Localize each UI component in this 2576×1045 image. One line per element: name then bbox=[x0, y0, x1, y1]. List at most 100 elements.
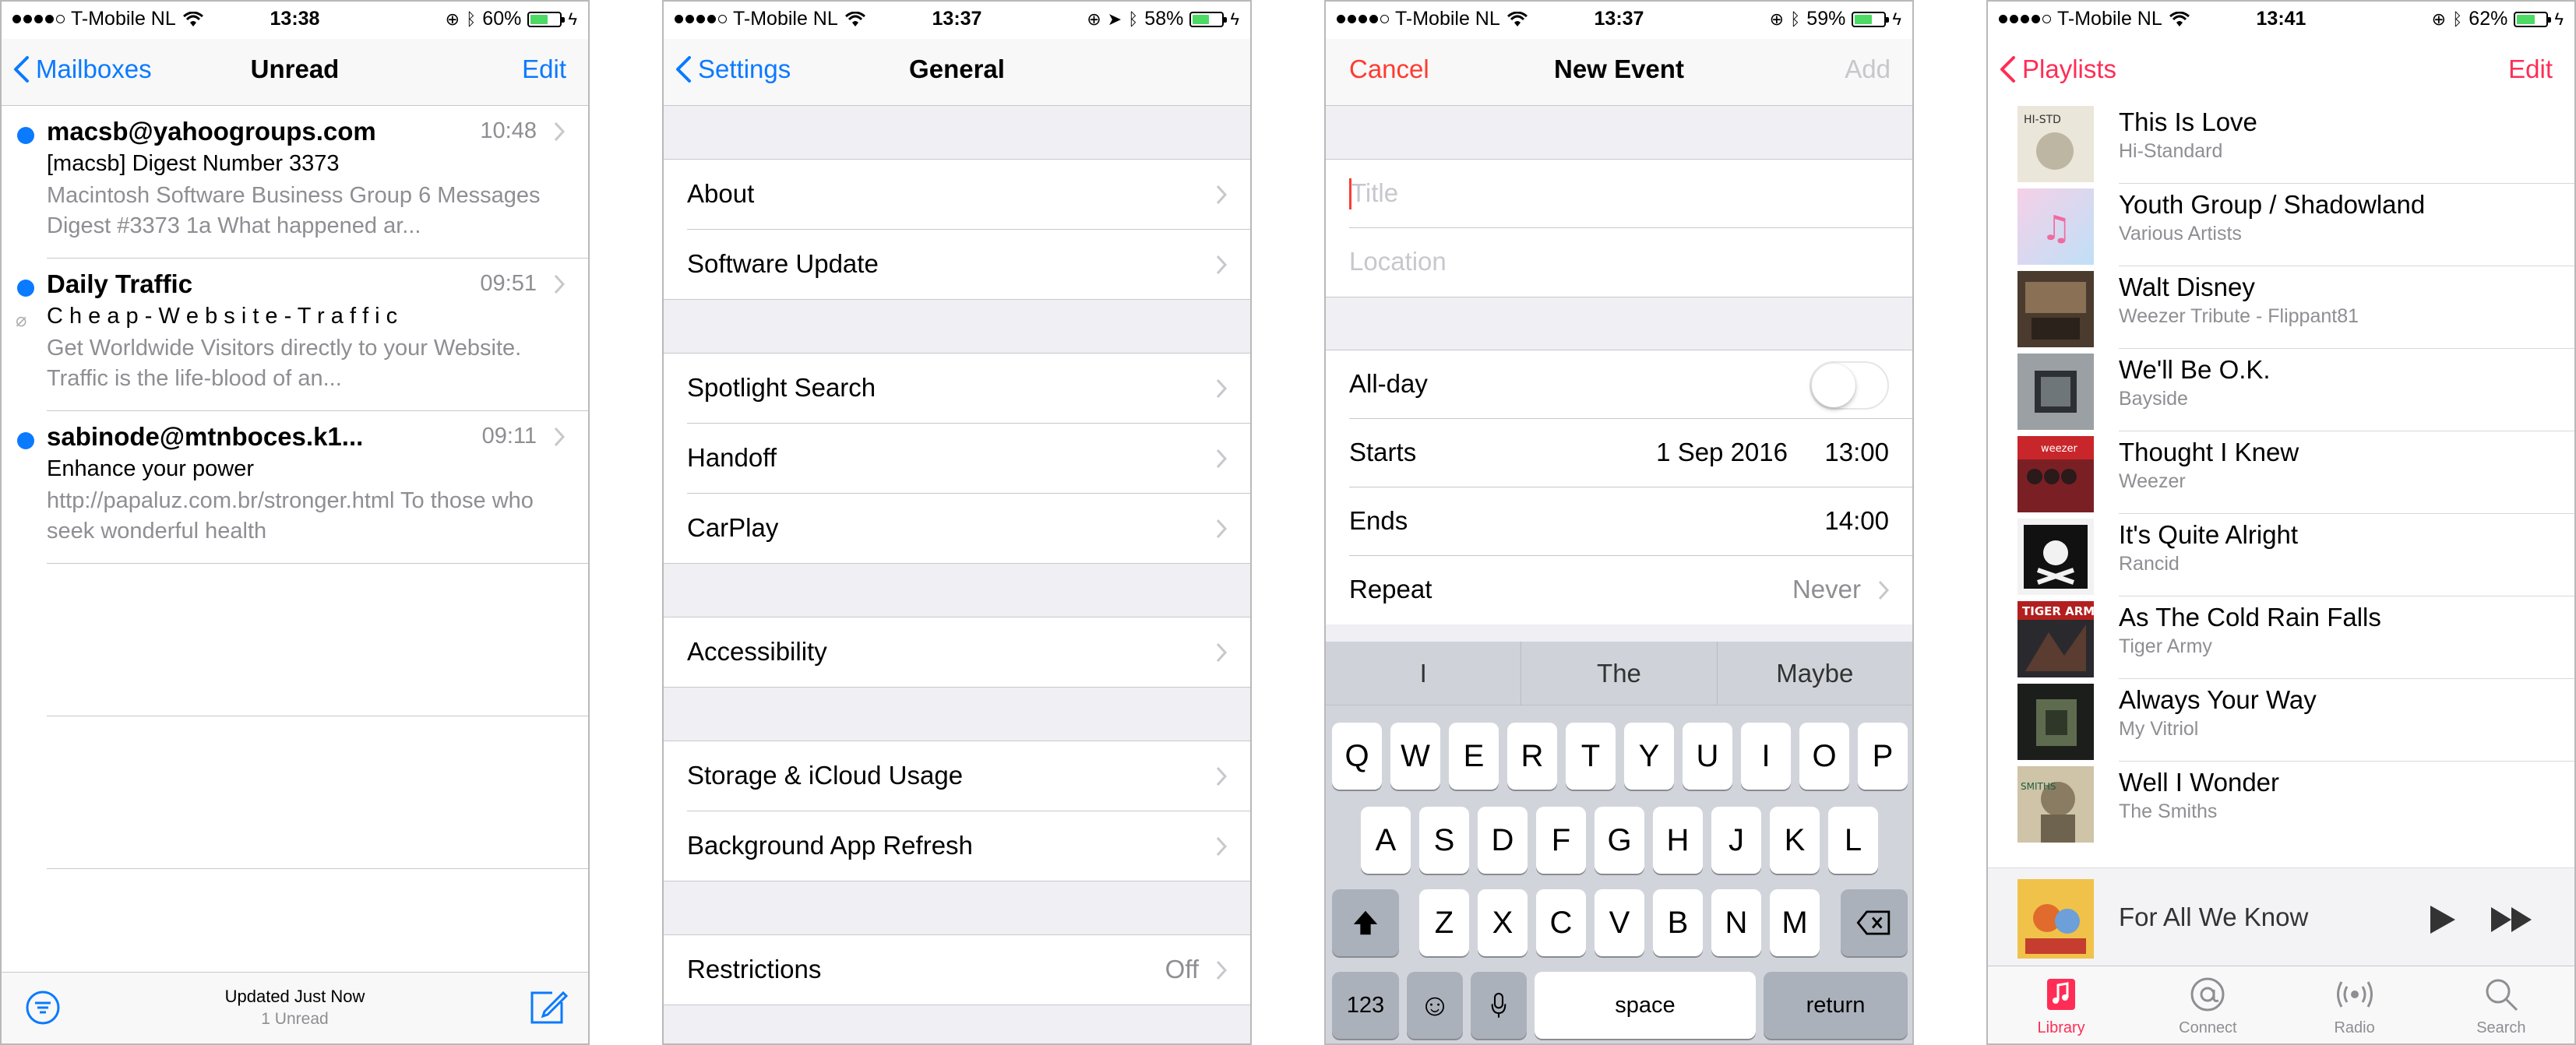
message-row[interactable]: ⌀ Daily Traffic 09:51 C h e a p - W e b … bbox=[16, 259, 588, 411]
key[interactable]: Q bbox=[1332, 723, 1382, 790]
mini-player[interactable]: For All We Know bbox=[1988, 867, 2574, 969]
tab-library[interactable]: Library bbox=[1988, 966, 2134, 1043]
key[interactable]: A bbox=[1361, 807, 1411, 874]
dictation-key[interactable] bbox=[1471, 972, 1527, 1039]
starts-row[interactable]: Starts 1 Sep 2016 13:00 bbox=[1326, 419, 1912, 487]
battery-percent: 62% bbox=[2469, 8, 2508, 30]
key[interactable]: V bbox=[1595, 889, 1644, 956]
album-art bbox=[2017, 684, 2094, 760]
settings-item-background-refresh[interactable]: Background App Refresh bbox=[664, 811, 1250, 881]
message-sender: Daily Traffic bbox=[47, 269, 193, 298]
mailboxes-back-button[interactable]: Mailboxes bbox=[12, 55, 152, 84]
key[interactable]: P bbox=[1858, 723, 1908, 790]
chevron-right-icon bbox=[1216, 836, 1227, 857]
prediction-suggestion[interactable]: Maybe bbox=[1718, 642, 1912, 705]
album-art: TIGER ARMY bbox=[2017, 601, 2094, 677]
key[interactable]: U bbox=[1683, 723, 1732, 790]
settings-item-restrictions[interactable]: Restrictions Off bbox=[664, 935, 1250, 1005]
song-row[interactable]: Walt Disney Weezer Tribute - Flippant81 bbox=[1988, 266, 2574, 349]
song-row[interactable]: weezer Thought I Knew Weezer bbox=[1988, 431, 2574, 514]
settings-item-carplay[interactable]: CarPlay bbox=[664, 494, 1250, 564]
return-key[interactable]: return bbox=[1764, 972, 1908, 1039]
key[interactable]: L bbox=[1828, 807, 1878, 874]
key[interactable]: G bbox=[1595, 807, 1644, 874]
key[interactable]: I bbox=[1741, 723, 1791, 790]
microphone-icon bbox=[1491, 992, 1506, 1018]
prediction-suggestion[interactable]: The bbox=[1521, 642, 1718, 705]
settings-back-button[interactable]: Settings bbox=[675, 55, 791, 84]
settings-item-spotlight-search[interactable]: Spotlight Search bbox=[664, 354, 1250, 424]
cancel-button[interactable]: Cancel bbox=[1349, 55, 1429, 84]
key[interactable]: H bbox=[1653, 807, 1703, 874]
song-row[interactable]: HI-STD This Is Love Hi-Standard bbox=[1988, 101, 2574, 184]
key[interactable]: B bbox=[1653, 889, 1703, 956]
tab-radio[interactable]: Radio bbox=[2282, 966, 2428, 1043]
delete-key[interactable] bbox=[1841, 889, 1908, 956]
settings-item-software-update[interactable]: Software Update bbox=[664, 230, 1250, 300]
message-row[interactable]: sabinode@mtnboces.k1... 09:11 Enhance yo… bbox=[17, 411, 588, 564]
space-key[interactable]: space bbox=[1535, 972, 1756, 1039]
message-row[interactable]: macsb@yahoogroups.com 10:48 [macsb] Dige… bbox=[17, 106, 588, 259]
settings-group: About Software Update bbox=[664, 159, 1250, 300]
play-icon[interactable] bbox=[2429, 904, 2457, 935]
key[interactable]: Z bbox=[1419, 889, 1469, 956]
key[interactable]: W bbox=[1390, 723, 1440, 790]
status-bar: T-Mobile NL 13:38 ⊕ ᛒ 60% ϟ bbox=[2, 2, 588, 39]
song-row[interactable]: ♫ Youth Group / Shadowland Various Artis… bbox=[1988, 184, 2574, 266]
chevron-right-icon bbox=[1216, 378, 1227, 399]
tab-search[interactable]: Search bbox=[2428, 966, 2574, 1043]
edit-button[interactable]: Edit bbox=[522, 55, 566, 84]
song-title: We'll Be O.K. bbox=[2119, 355, 2271, 384]
key[interactable]: F bbox=[1536, 807, 1586, 874]
playlists-back-button[interactable]: Playlists bbox=[1999, 55, 2116, 84]
edit-button[interactable]: Edit bbox=[2508, 55, 2553, 84]
settings-item-label: Background App Refresh bbox=[687, 831, 973, 860]
song-row[interactable]: TIGER ARMY As The Cold Rain Falls Tiger … bbox=[1988, 596, 2574, 679]
song-row[interactable]: We'll Be O.K. Bayside bbox=[1988, 349, 2574, 431]
key[interactable]: D bbox=[1478, 807, 1528, 874]
title-field[interactable]: Title bbox=[1326, 160, 1912, 228]
song-row[interactable]: SMITHS Well I Wonder The Smiths bbox=[1988, 762, 2574, 844]
location-field[interactable]: Location bbox=[1326, 228, 1912, 297]
numbers-key[interactable]: 123 bbox=[1332, 972, 1399, 1039]
key[interactable]: N bbox=[1711, 889, 1761, 956]
bluetooth-icon: ᛒ bbox=[1790, 9, 1801, 29]
back-label: Playlists bbox=[2022, 55, 2117, 83]
settings-item-handoff[interactable]: Handoff bbox=[664, 424, 1250, 494]
new-event-screen: T-Mobile NL 13:37 ⊕ ᛒ 59% ϟ Cancel New E… bbox=[1324, 0, 1914, 1045]
location-icon: ➤ bbox=[1107, 9, 1122, 29]
key[interactable]: T bbox=[1566, 723, 1616, 790]
repeat-label: Repeat bbox=[1349, 575, 1432, 603]
repeat-row[interactable]: Repeat Never bbox=[1326, 556, 1912, 625]
key[interactable]: K bbox=[1770, 807, 1820, 874]
add-button[interactable]: Add bbox=[1845, 55, 1891, 84]
key[interactable]: M bbox=[1770, 889, 1820, 956]
settings-item-about[interactable]: About bbox=[664, 160, 1250, 230]
compose-icon[interactable] bbox=[529, 988, 568, 1026]
key[interactable]: C bbox=[1536, 889, 1586, 956]
shift-key[interactable] bbox=[1332, 889, 1399, 956]
key[interactable]: O bbox=[1799, 723, 1849, 790]
settings-item-accessibility[interactable]: Accessibility bbox=[664, 618, 1250, 688]
chevron-right-icon bbox=[1216, 519, 1227, 539]
settings-item-storage[interactable]: Storage & iCloud Usage bbox=[664, 741, 1250, 811]
tab-connect[interactable]: Connect bbox=[2134, 966, 2281, 1043]
song-row[interactable]: It's Quite Alright Rancid bbox=[1988, 514, 2574, 596]
song-row[interactable]: Always Your Way My Vitriol bbox=[1988, 679, 2574, 762]
settings-item-label: Restrictions bbox=[687, 955, 822, 983]
key[interactable]: R bbox=[1507, 723, 1557, 790]
fast-forward-icon[interactable] bbox=[2490, 904, 2535, 935]
key[interactable]: J bbox=[1711, 807, 1761, 874]
key[interactable]: E bbox=[1449, 723, 1499, 790]
song-artist: My Vitriol bbox=[2119, 718, 2199, 740]
key[interactable]: X bbox=[1478, 889, 1528, 956]
message-preview: Get Worldwide Visitors directly to your … bbox=[47, 336, 522, 391]
chevron-left-icon bbox=[2000, 56, 2015, 83]
key[interactable]: S bbox=[1419, 807, 1469, 874]
allday-toggle[interactable] bbox=[1810, 361, 1889, 410]
emoji-key[interactable]: ☺ bbox=[1407, 972, 1463, 1039]
ends-row[interactable]: Ends 14:00 bbox=[1326, 487, 1912, 556]
prediction-suggestion[interactable]: I bbox=[1326, 642, 1522, 705]
key[interactable]: Y bbox=[1624, 723, 1674, 790]
rotation-lock-icon: ⊕ bbox=[1769, 9, 1785, 29]
